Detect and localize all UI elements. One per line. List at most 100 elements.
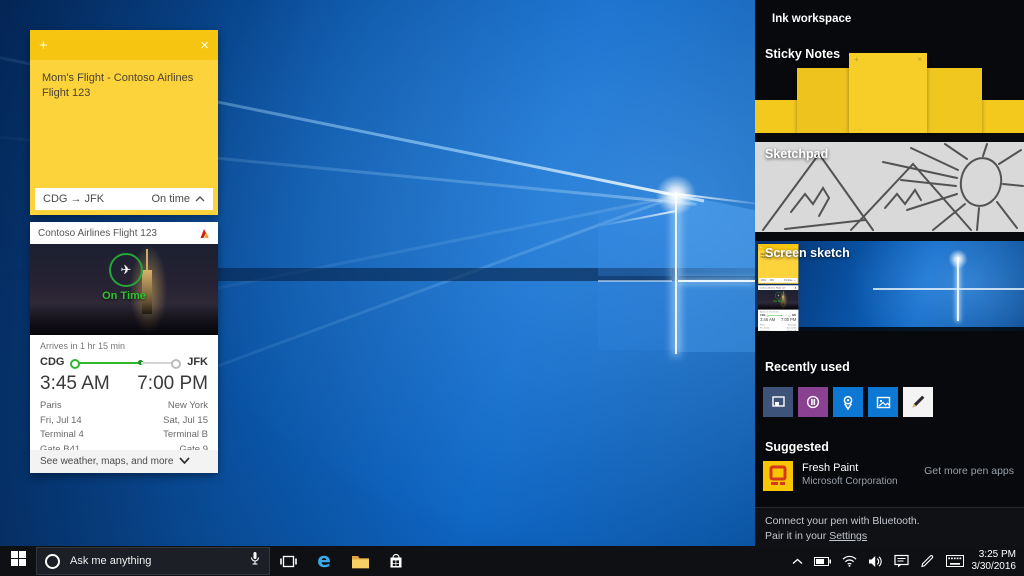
- sketchpad-section-label: Sketchpad: [765, 147, 828, 161]
- expand-chevron-icon: [179, 456, 190, 467]
- touch-keyboard-icon[interactable]: [946, 555, 964, 567]
- origin-info: Paris Fri, Jul 14 Terminal 4 Gate B41: [40, 399, 84, 457]
- pen-hint-line1: Connect your pen with Bluetooth.: [765, 514, 1024, 529]
- recent-app-tile-1[interactable]: [763, 387, 793, 417]
- task-view-button[interactable]: [270, 546, 306, 576]
- destination-dot: [171, 359, 181, 369]
- note-text-line: Mom's Flight - Contoso Airlines: [42, 72, 193, 84]
- sticky-note-titlebar: + ×: [30, 30, 218, 60]
- taskbar-clock[interactable]: 3:25 PM 3/30/2016: [970, 549, 1024, 573]
- destination-city: New York: [163, 399, 208, 414]
- settings-link[interactable]: Settings: [829, 530, 867, 542]
- plane-position-dot: [781, 315, 782, 316]
- destination-code: JFK: [792, 314, 796, 317]
- times-row: 3:45 AM 7:00 PM: [760, 318, 796, 323]
- origin-city: Paris: [760, 323, 769, 326]
- flight-card-header: Contoso Airlines Flight 123: [758, 285, 798, 290]
- pen-pairing-hint: Connect your pen with Bluetooth. Pair it…: [755, 507, 1024, 546]
- flight-route-text: CDG → JFK: [761, 279, 774, 282]
- recent-app-tile-5[interactable]: [903, 387, 933, 417]
- tray-overflow-chevron-icon[interactable]: [792, 558, 803, 565]
- collapse-chevron-icon: [793, 279, 795, 282]
- edge-browser-button[interactable]: e: [306, 546, 342, 576]
- arrival-note: Arrives in 1 hr 15 min: [760, 311, 796, 313]
- recent-app-tile-3[interactable]: [833, 387, 863, 417]
- departure-time: 3:45 AM: [40, 373, 110, 395]
- microphone-icon[interactable]: [249, 551, 261, 571]
- route-progress-row: CDG JFK: [760, 314, 796, 317]
- ink-workspace-title: Ink workspace: [772, 13, 851, 25]
- arrival-note: Arrives in 1 hr 15 min: [40, 341, 208, 351]
- pen-hint-line2: Pair it in your Settings: [765, 529, 1024, 544]
- sticky-notes-preview-note[interactable]: + × ...: [849, 53, 927, 133]
- suggested-app-publisher: Microsoft Corporation: [802, 475, 898, 488]
- flight-route-text: CDG → JFK: [43, 193, 104, 205]
- flight-stack: + × Mom's Flight - Contoso Airlines Flig…: [30, 30, 218, 473]
- collapse-chevron-icon[interactable]: [195, 193, 205, 205]
- building-tower: [782, 296, 784, 305]
- suggested-label: Suggested: [765, 440, 829, 454]
- recent-app-tile-2[interactable]: [798, 387, 828, 417]
- sticky-notes-preview-note[interactable]: [927, 68, 982, 133]
- destination-date: Sat, Jul 15: [163, 414, 208, 429]
- add-note-icon[interactable]: +: [39, 38, 48, 53]
- sticky-notes-preview-note[interactable]: [797, 68, 849, 133]
- flight-card-header: Contoso Airlines Flight 123: [30, 222, 218, 244]
- file-explorer-button[interactable]: [342, 546, 378, 576]
- action-center-icon[interactable]: [894, 554, 909, 568]
- fresh-paint-icon[interactable]: [763, 461, 793, 491]
- arrival-time: 7:00 PM: [781, 318, 796, 323]
- note-text-line: Flight 123: [42, 87, 90, 99]
- flight-progress-track: [767, 314, 791, 316]
- cortana-search-box[interactable]: [36, 547, 270, 575]
- search-input[interactable]: [68, 554, 241, 568]
- destination-info: New York Sat, Jul 15 Terminal B Gate 9: [163, 399, 208, 457]
- add-note-icon: +: [760, 246, 762, 249]
- preview-note-dots: ...: [854, 125, 863, 132]
- destination-code: JFK: [187, 356, 208, 368]
- flight-status-text: On time: [784, 279, 792, 282]
- recent-app-tile-4[interactable]: [868, 387, 898, 417]
- sticky-note-window[interactable]: + × Mom's Flight - Contoso Airlines Flig…: [30, 30, 218, 215]
- progress-remaining-segment: [141, 362, 172, 364]
- sticky-notes-section-label: Sticky Notes: [765, 47, 840, 61]
- sketchpad-preview[interactable]: Sketchpad: [755, 142, 1024, 232]
- flight-progress-track: [70, 358, 181, 367]
- see-more-link[interactable]: See weather, maps, and more: [30, 450, 218, 473]
- screen-sketch-preview[interactable]: + × Mom's Flight - Contoso Airlines Flig…: [755, 241, 1024, 331]
- departure-time: 3:45 AM: [760, 318, 775, 323]
- destination-terminal: Terminal B: [163, 428, 208, 443]
- flight-photo-banner: ✈ On Time: [30, 244, 218, 335]
- flight-insight-bar[interactable]: CDG → JFK On time: [35, 188, 213, 210]
- origin-terminal: Terminal 4: [40, 428, 84, 443]
- wifi-icon[interactable]: [842, 555, 857, 567]
- desktop: + × Mom's Flight - Contoso Airlines Flig…: [0, 0, 1024, 576]
- start-button[interactable]: [0, 546, 36, 576]
- store-button[interactable]: [378, 546, 414, 576]
- times-row: 3:45 AM 7:00 PM: [40, 373, 208, 395]
- origin-dot: [767, 315, 769, 317]
- progress-done-segment: [79, 362, 141, 364]
- mini-taskbar: [755, 327, 1024, 331]
- flight-details: Arrives in 1 hr 15 min CDG JFK 3:45 AM 7…: [30, 335, 218, 457]
- battery-icon[interactable]: [814, 557, 831, 566]
- pen-hint-prefix: Pair it in your: [765, 530, 829, 542]
- get-more-pen-apps-link[interactable]: Get more pen apps: [924, 465, 1014, 491]
- system-tray: [792, 554, 970, 568]
- suggested-app-info[interactable]: Fresh Paint Microsoft Corporation: [802, 461, 898, 491]
- close-note-icon[interactable]: ×: [200, 38, 209, 53]
- pen-icon[interactable]: [920, 554, 935, 568]
- mini-windows-logo-flare: [947, 248, 969, 270]
- destination-city: New York: [787, 323, 797, 326]
- flight-photo-banner: ✈ On Time: [758, 290, 798, 310]
- on-time-ring-icon: ✈: [109, 253, 143, 287]
- airline-logo-icon: [199, 228, 210, 239]
- svg-text:e: e: [317, 550, 331, 572]
- sticky-note-text[interactable]: Mom's Flight - Contoso Airlines Flight 1…: [30, 60, 218, 101]
- preview-close-icon: ×: [917, 55, 922, 64]
- preview-add-icon: +: [854, 55, 859, 64]
- volume-icon[interactable]: [868, 555, 883, 568]
- on-time-label: On Time: [758, 300, 798, 303]
- flight-status-text: On time: [151, 193, 190, 205]
- flight-card-title: Contoso Airlines Flight 123: [760, 286, 786, 288]
